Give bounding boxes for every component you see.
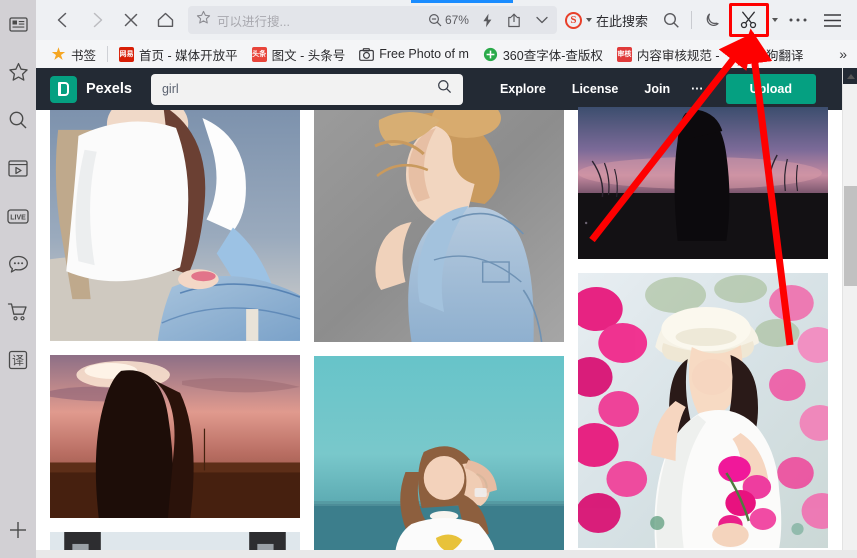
photo-card[interactable] xyxy=(578,273,828,548)
hamburger-menu-icon[interactable] xyxy=(815,4,849,36)
browser-window: LIVE 译 可以进行搜... 67% S 在此搜索 ★ 书签 网易 首页 - … xyxy=(0,0,857,558)
screenshot-scissors-button[interactable] xyxy=(729,3,769,37)
search-engine-selector[interactable]: S 在此搜索 xyxy=(561,11,654,30)
photo-image xyxy=(578,107,828,259)
scrollbar-thumb[interactable] xyxy=(844,186,857,286)
photo-image xyxy=(578,273,828,548)
live-icon[interactable]: LIVE xyxy=(0,192,36,240)
photo-card[interactable] xyxy=(578,107,828,259)
nav-link-more[interactable]: ··· xyxy=(683,82,712,96)
share-icon[interactable] xyxy=(507,13,521,28)
bookmark-label: 搜狗翻译 xyxy=(753,48,804,63)
bookmark-label: 360查字体-查版权 xyxy=(502,48,603,63)
shopping-cart-icon[interactable] xyxy=(0,288,36,336)
bookmark-item-toutiao[interactable]: 头条 图文 - 头条号 xyxy=(245,42,353,66)
search-icon[interactable] xyxy=(654,4,688,36)
photo-grid xyxy=(36,107,842,558)
forward-button[interactable] xyxy=(80,4,114,36)
camera-favicon-icon xyxy=(359,47,375,62)
translate-icon[interactable]: 译 xyxy=(0,336,36,384)
photo-card[interactable] xyxy=(50,110,300,341)
chat-bubble-icon[interactable] xyxy=(0,240,36,288)
netease-favicon-icon: 网易 xyxy=(119,46,135,62)
sogou-logo-icon: S xyxy=(564,11,582,29)
nav-link-join[interactable]: Join xyxy=(631,82,683,96)
bookmark-label: 图文 - 头条号 xyxy=(271,48,346,63)
bookmark-item-netease[interactable]: 网易 首页 - 媒体开放平 xyxy=(112,42,245,66)
bookmark-item-sogou-translate[interactable]: 搜狗翻译 xyxy=(727,42,811,66)
moon-icon[interactable] xyxy=(695,4,729,36)
upload-button[interactable]: Upload xyxy=(725,74,816,104)
bookmark-label: 首页 - 媒体开放平 xyxy=(139,48,238,63)
toolbar-right-actions xyxy=(654,3,857,37)
ellipsis-icon[interactable] xyxy=(781,4,815,36)
chevron-down-icon[interactable] xyxy=(585,18,592,22)
pexels-search-input[interactable]: girl xyxy=(150,73,463,105)
home-button[interactable] xyxy=(148,4,182,36)
pexels-logo-icon xyxy=(50,75,77,103)
lightning-icon[interactable] xyxy=(481,13,494,28)
zoom-control[interactable]: 67% xyxy=(428,13,469,27)
page-scrollbar[interactable] xyxy=(842,68,857,558)
zoom-level-label: 67% xyxy=(444,13,469,27)
plus-icon[interactable] xyxy=(0,502,36,558)
bookmark-label: Free Photo of m xyxy=(379,47,469,61)
svg-text:译: 译 xyxy=(12,354,24,368)
address-bar-text[interactable]: 可以进行搜... xyxy=(217,11,422,30)
search-icon[interactable] xyxy=(0,96,36,144)
bookmark-label: 内容审核规范 - xyxy=(636,48,720,63)
back-button[interactable] xyxy=(46,4,80,36)
stop-loading-button[interactable] xyxy=(114,4,148,36)
svg-text:LIVE: LIVE xyxy=(10,214,26,221)
nav-link-explore[interactable]: Explore xyxy=(487,82,559,96)
screenshot-dropdown-caret[interactable] xyxy=(769,4,781,36)
photo-image xyxy=(50,110,300,341)
favorites-star-icon[interactable] xyxy=(0,48,36,96)
bookmark-label: 书签 xyxy=(71,48,97,63)
bookmark-item-shuqian[interactable]: ★ 书签 xyxy=(44,42,103,66)
red-favicon-icon: 审核 xyxy=(616,46,632,62)
active-tab-indicator xyxy=(411,0,513,3)
photo-column-2 xyxy=(314,110,564,558)
photo-image xyxy=(314,110,564,342)
photo-image xyxy=(50,354,300,519)
bookmarks-bar: ★ 书签 网易 首页 - 媒体开放平 头条 图文 - 头条号 Free Phot… xyxy=(36,40,857,68)
photo-column-3 xyxy=(578,107,828,558)
browser-side-rail: LIVE 译 xyxy=(0,0,36,558)
bookmark-item-360[interactable]: 360查字体-查版权 xyxy=(476,42,610,66)
search-icon[interactable] xyxy=(437,79,452,99)
photo-card[interactable] xyxy=(314,110,564,342)
bookmark-item-free-photo[interactable]: Free Photo of m xyxy=(352,42,476,66)
bookmark-separator xyxy=(107,46,109,62)
toolbar-divider xyxy=(691,11,692,29)
photo-card[interactable] xyxy=(314,356,564,552)
photo-column-1 xyxy=(50,110,300,558)
pexels-header: Pexels girl Explore License Join ··· Upl… xyxy=(36,68,842,110)
search-input-value[interactable]: girl xyxy=(162,82,437,96)
photo-image xyxy=(314,356,564,552)
toutiao-favicon-icon: 头条 xyxy=(251,46,267,62)
bookmarks-overflow-button[interactable]: » xyxy=(839,46,857,62)
page-viewport: Pexels girl Explore License Join ··· Upl… xyxy=(36,68,857,558)
scrollbar-up-arrow[interactable] xyxy=(843,68,857,84)
video-player-icon[interactable] xyxy=(0,144,36,192)
search-engine-placeholder[interactable]: 在此搜索 xyxy=(596,11,648,30)
address-bar[interactable]: 可以进行搜... 67% xyxy=(188,6,557,34)
bookmark-item-content-review[interactable]: 审核 内容审核规范 - xyxy=(610,42,727,66)
browser-toolbar: 可以进行搜... 67% S 在此搜索 xyxy=(36,0,857,40)
sogou-favicon-icon xyxy=(733,46,749,62)
chevron-down-icon[interactable] xyxy=(535,15,549,25)
reader-icon[interactable] xyxy=(0,0,36,48)
plus-circle-favicon-icon xyxy=(483,47,498,62)
bookmark-star-icon[interactable] xyxy=(196,10,211,30)
star-favicon-icon: ★ xyxy=(51,46,66,62)
pexels-brand[interactable]: Pexels xyxy=(50,75,132,103)
pexels-nav: Explore License Join ··· xyxy=(487,82,712,96)
photo-card[interactable] xyxy=(50,354,300,519)
window-bottom-strip xyxy=(36,550,857,558)
pexels-brand-name: Pexels xyxy=(86,81,132,97)
nav-link-license[interactable]: License xyxy=(559,82,632,96)
